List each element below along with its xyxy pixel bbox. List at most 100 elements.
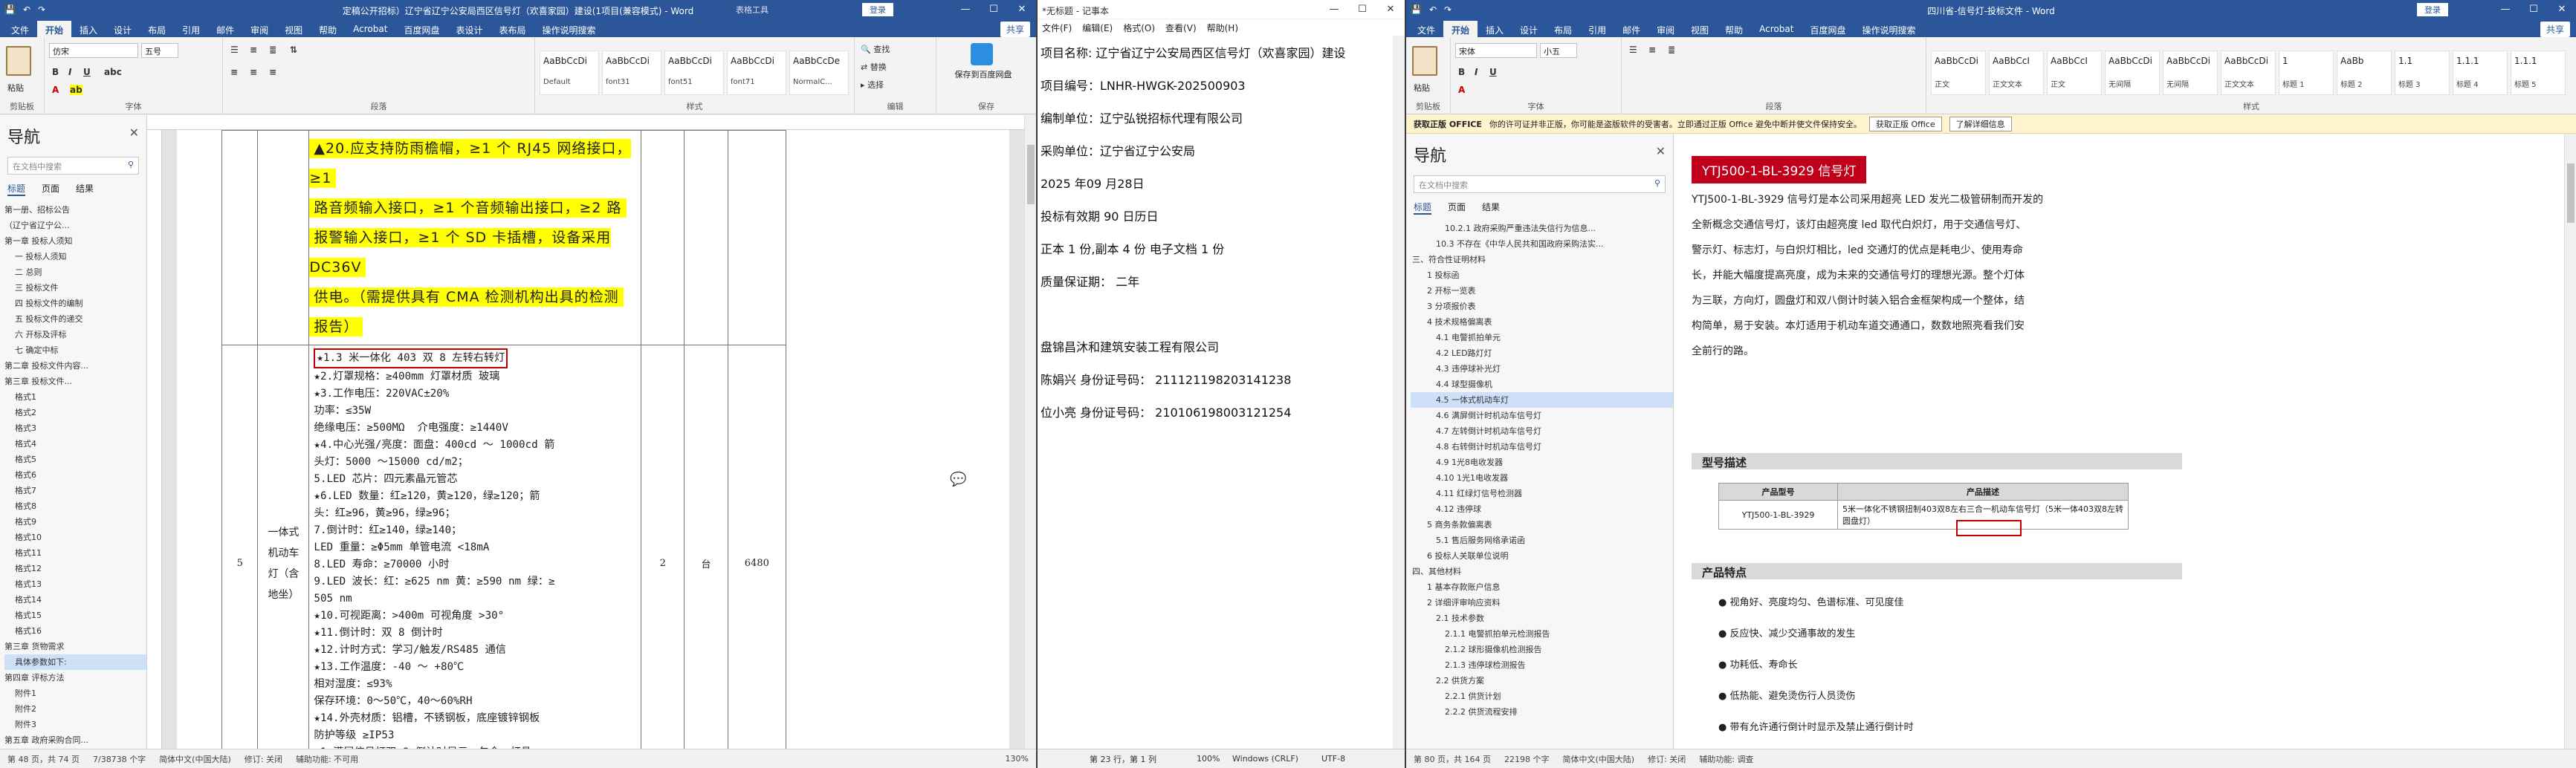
style-item[interactable]: AaBbCcDi 无间隔 [2163, 51, 2218, 95]
style-item[interactable]: AaBbCcI 正文文本 [1989, 51, 2044, 95]
tab-3[interactable]: 设计 [106, 21, 140, 37]
sort-icon[interactable]: ⇅ [290, 45, 297, 55]
nav-item[interactable]: （辽宁省辽宁公... [4, 218, 146, 233]
nav-item[interactable]: 附件1 [4, 686, 146, 701]
nav-item[interactable]: 5.1 售后服务网络承诺函 [1411, 533, 1673, 548]
menu-item[interactable]: 文件(F) [1042, 22, 1072, 34]
nav-item[interactable]: 3 分项报价表 [1411, 299, 1673, 314]
tab-0[interactable]: 文件 [3, 21, 37, 37]
maximize-button[interactable]: ☐ [1348, 0, 1376, 19]
nav-item[interactable]: 格式12 [4, 561, 146, 576]
nav-item[interactable]: 6 投标人关联单位说明 [1411, 548, 1673, 564]
nav-item[interactable]: 2 详细评审响应资料 [1411, 595, 1673, 611]
nav-item[interactable]: 附件2 [4, 701, 146, 717]
close-button[interactable]: ✕ [2548, 0, 2576, 19]
nav-item[interactable]: 四 投标文件的编制 [4, 296, 146, 311]
style-item[interactable]: 1 标题 1 [2279, 51, 2334, 95]
zoom-level[interactable]: 130% [1006, 754, 1029, 764]
tab-7[interactable]: 审阅 [242, 21, 276, 37]
get-office-button[interactable]: 获取正版 Office [1869, 116, 1942, 131]
tab-9[interactable]: 帮助 [311, 21, 345, 37]
tab-6[interactable]: 邮件 [208, 21, 242, 37]
nav-item[interactable]: 2.1.3 违停球检测报告 [1411, 657, 1673, 673]
tab-1[interactable]: 开始 [1443, 21, 1478, 37]
nav-item[interactable]: 格式8 [4, 498, 146, 514]
nav-tab-headings[interactable]: 标题 [7, 182, 26, 196]
underline-icon[interactable]: U [83, 67, 91, 77]
nav-item[interactable]: 4.3 违停球补光灯 [1411, 361, 1673, 377]
italic-icon[interactable]: I [1475, 67, 1478, 77]
nav-item[interactable]: 三 投标文件 [4, 280, 146, 296]
search-icon[interactable]: ⚲ [1654, 178, 1660, 188]
scroll-thumb[interactable] [2567, 163, 2575, 223]
align-left-icon[interactable]: ≣ [269, 45, 276, 55]
nav-item[interactable]: 格式11 [4, 545, 146, 561]
nav-tab-results[interactable]: 结果 [76, 182, 94, 196]
nav-search-input[interactable]: 在文档中搜索 ⚲ [7, 157, 139, 175]
nav-item[interactable]: 第一册、招标公告 [4, 202, 146, 218]
nav-item[interactable]: 4.4 球型摄像机 [1411, 377, 1673, 392]
nav-item[interactable]: 2.2 供货方案 [1411, 673, 1673, 689]
tab-11[interactable]: 百度网盘 [1802, 21, 1854, 37]
nav-item[interactable]: 2.2.1 供货计划 [1411, 689, 1673, 704]
nav-item[interactable]: 格式16 [4, 623, 146, 639]
font-color-icon[interactable]: A [1458, 85, 1465, 95]
tab-3[interactable]: 设计 [1512, 21, 1546, 37]
accessibility[interactable]: 辅助功能: 调查 [1699, 753, 1753, 765]
word-count[interactable]: 22198 个字 [1504, 753, 1550, 765]
highlight-icon[interactable]: ab [70, 85, 82, 95]
nav-item[interactable]: 4.11 红绿灯信号检测器 [1411, 486, 1673, 501]
nav-item[interactable]: 4.2 LED路灯灯 [1411, 345, 1673, 361]
nav-item[interactable]: 第三章 投标文件... [4, 374, 146, 389]
track-changes[interactable]: 修订: 关闭 [1648, 753, 1686, 765]
tab-8[interactable]: 视图 [276, 21, 311, 37]
nav-item[interactable]: 4.5 一体式机动车灯 [1411, 392, 1673, 408]
tab-2[interactable]: 插入 [71, 21, 106, 37]
replace-button[interactable]: ⇄ 替换 [861, 61, 887, 73]
nav-item[interactable]: 五 投标文件的递交 [4, 311, 146, 327]
tab-10[interactable]: Acrobat [345, 21, 395, 37]
nav-item[interactable]: 六 开标及评标 [4, 327, 146, 342]
nav-item[interactable]: 七 确定中标 [4, 342, 146, 358]
word-count[interactable]: 7/38738 个字 [93, 753, 146, 765]
nav-item[interactable]: 2.1.2 球形摄像机检测报告 [1411, 642, 1673, 657]
minimize-button[interactable]: — [1320, 0, 1348, 19]
nav-item[interactable]: 4.6 满屏倒计时机动车信号灯 [1411, 408, 1673, 423]
nav-tab-pages[interactable]: 页面 [1448, 201, 1466, 215]
nav-tab-headings[interactable]: 标题 [1414, 201, 1432, 215]
redo-icon[interactable]: ↷ [38, 4, 45, 15]
language[interactable]: 简体中文(中国大陆) [1562, 753, 1634, 765]
accessibility[interactable]: 辅助功能: 不可用 [296, 753, 358, 765]
nav-item[interactable]: 4.8 右转倒计时机动车信号灯 [1411, 439, 1673, 455]
nav-search-input[interactable]: 在文档中搜索 ⚲ [1414, 175, 1666, 193]
bullets-icon[interactable]: ☰ [230, 45, 239, 55]
italic-icon[interactable]: I [68, 67, 71, 77]
page-count[interactable]: 第 80 页，共 164 页 [1414, 753, 1491, 765]
tab-0[interactable]: 文件 [1409, 21, 1443, 37]
font-color-icon[interactable]: A [52, 85, 59, 95]
scrollbar[interactable] [1024, 115, 1036, 749]
page-count[interactable]: 第 48 页，共 74 页 [7, 753, 80, 765]
nav-item[interactable]: 第三章 货物需求 [4, 639, 146, 654]
paste-icon[interactable] [6, 46, 31, 76]
font-size-field[interactable]: 小五 [1540, 43, 1577, 58]
maximize-button[interactable]: ☐ [2520, 0, 2548, 19]
align-right-icon[interactable]: ≡ [250, 67, 257, 77]
style-item[interactable]: AaBbCcI 正文 [2047, 51, 2102, 95]
nav-item[interactable]: 格式5 [4, 452, 146, 467]
find-button[interactable]: 🔍 查找 [861, 43, 890, 55]
select-button[interactable]: ▸ 选择 [861, 79, 884, 91]
nav-tab-pages[interactable]: 页面 [42, 182, 59, 196]
nav-item[interactable]: 5 商务条款偏离表 [1411, 517, 1673, 533]
numbering-icon[interactable]: ≡ [250, 45, 257, 55]
font-size-field[interactable]: 五号 [141, 43, 178, 58]
tab-5[interactable]: 引用 [1580, 21, 1614, 37]
tab-9[interactable]: 帮助 [1717, 21, 1751, 37]
share-button[interactable]: 共享 [2540, 22, 2570, 37]
font-name-field[interactable]: 仿宋 [49, 43, 138, 58]
style-item[interactable]: AaBbCcDi 正文文本 [2221, 51, 2276, 95]
nav-item[interactable]: 1 基本存款账户信息 [1411, 579, 1673, 595]
notepad-text[interactable]: 项目名称: 辽宁省辽宁公安局西区信号灯（欢喜家园）建设 项目编号：LNHR-HWG… [1041, 37, 1393, 429]
search-icon[interactable]: ⚲ [128, 160, 134, 169]
tab-5[interactable]: 引用 [174, 21, 208, 37]
